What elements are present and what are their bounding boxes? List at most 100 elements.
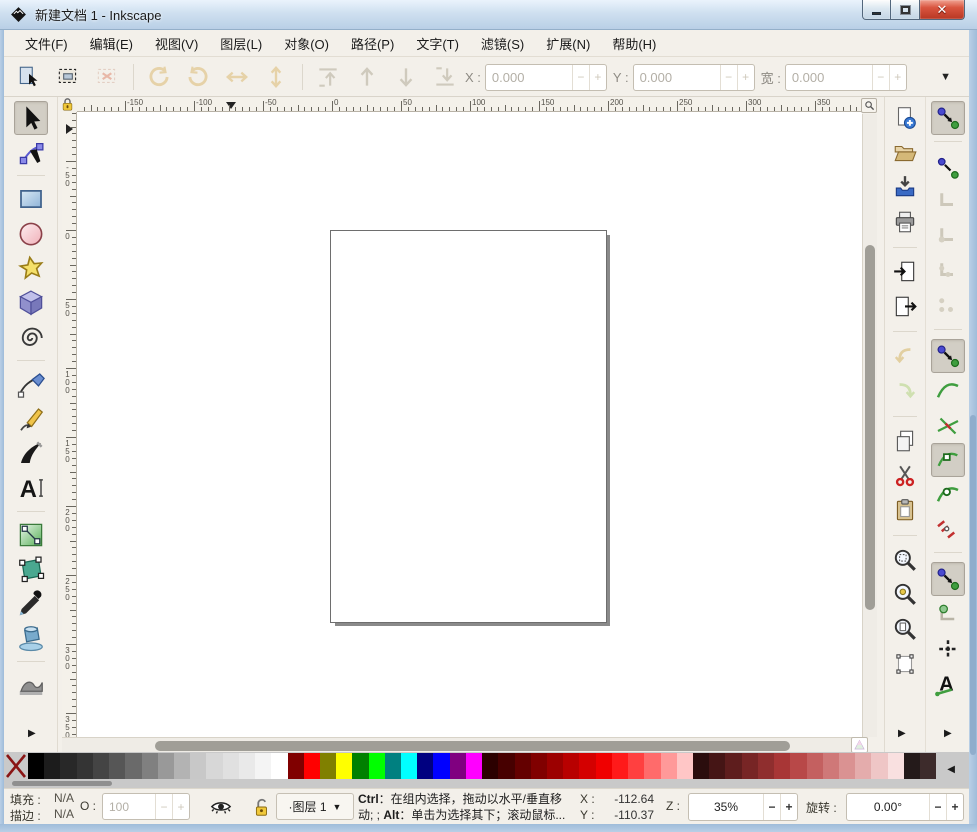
palette-swatch[interactable] bbox=[563, 753, 579, 779]
paste-button[interactable] bbox=[890, 495, 920, 525]
undo-button[interactable] bbox=[890, 341, 920, 371]
menu-file[interactable]: 文件(F) bbox=[14, 30, 79, 57]
cut-button[interactable] bbox=[890, 460, 920, 490]
minimize-button[interactable] bbox=[862, 0, 891, 20]
selector-button[interactable] bbox=[14, 101, 48, 135]
snap-line-midpoints-button[interactable] bbox=[931, 513, 965, 547]
palette-swatch[interactable] bbox=[742, 753, 758, 779]
menu-extensions[interactable]: 扩展(N) bbox=[535, 30, 601, 57]
palette-swatch[interactable] bbox=[190, 753, 206, 779]
palette-swatch[interactable] bbox=[661, 753, 677, 779]
export-button[interactable] bbox=[890, 292, 920, 322]
palette-swatch[interactable] bbox=[693, 753, 709, 779]
palette-swatch[interactable] bbox=[385, 753, 401, 779]
y-field[interactable]: 0.000 − + bbox=[633, 64, 755, 91]
vertical-scrollbar[interactable] bbox=[862, 114, 877, 737]
palette-scroll-left-icon[interactable]: ◀ bbox=[947, 764, 955, 775]
palette-swatch[interactable] bbox=[60, 753, 76, 779]
close-button[interactable]: ✕ bbox=[919, 0, 965, 20]
palette-swatch[interactable] bbox=[369, 753, 385, 779]
vertical-scrollbar-thumb[interactable] bbox=[865, 245, 875, 610]
rotation-decrement-button[interactable]: − bbox=[929, 794, 946, 820]
palette-swatch[interactable] bbox=[498, 753, 514, 779]
palette-swatch[interactable] bbox=[239, 753, 255, 779]
vertical-ruler[interactable]: -50050100150200250300350 bbox=[62, 112, 77, 737]
palette-swatch[interactable] bbox=[417, 753, 433, 779]
horizontal-ruler[interactable]: -150-100-50050100150200250300350 bbox=[77, 98, 862, 112]
palette-swatch[interactable] bbox=[531, 753, 547, 779]
frame-preview-button[interactable] bbox=[890, 649, 920, 679]
rotation-field[interactable]: 0.00° − + bbox=[846, 793, 964, 821]
opacity-decrement-button[interactable]: − bbox=[155, 794, 172, 819]
y-increment-button[interactable]: + bbox=[737, 65, 754, 90]
snap-object-centers-button[interactable] bbox=[931, 597, 965, 631]
palette-swatch[interactable] bbox=[774, 753, 790, 779]
dropper-tool-button[interactable] bbox=[14, 587, 48, 621]
width-increment-button[interactable]: + bbox=[889, 65, 906, 90]
palette-swatch[interactable] bbox=[579, 753, 595, 779]
snap-expander-icon[interactable]: ▶ bbox=[944, 728, 952, 739]
snap-text-baseline-button[interactable]: A bbox=[931, 667, 965, 701]
rotate-cw-button[interactable] bbox=[183, 62, 213, 92]
x-increment-button[interactable]: + bbox=[589, 65, 606, 90]
flip-horizontal-button[interactable] bbox=[222, 62, 252, 92]
palette-swatch[interactable] bbox=[223, 753, 239, 779]
snap-smooth-nodes-button[interactable] bbox=[931, 478, 965, 512]
palette-swatch[interactable] bbox=[352, 753, 368, 779]
palette-swatch[interactable] bbox=[482, 753, 498, 779]
commands-expander-icon[interactable]: ▶ bbox=[898, 728, 906, 739]
snap-other-points-button[interactable] bbox=[931, 562, 965, 596]
palette-swatch[interactable] bbox=[401, 753, 417, 779]
palette-swatch[interactable] bbox=[466, 753, 482, 779]
lower-to-bottom-button[interactable] bbox=[430, 62, 460, 92]
palette-swatch[interactable] bbox=[888, 753, 904, 779]
palette-swatch[interactable] bbox=[158, 753, 174, 779]
menu-filters[interactable]: 滤镜(S) bbox=[470, 30, 535, 57]
fill-value[interactable]: N/A bbox=[54, 791, 74, 805]
palette-swatch[interactable] bbox=[920, 753, 936, 779]
palette-swatch[interactable] bbox=[255, 753, 271, 779]
select-all-button[interactable] bbox=[14, 62, 44, 92]
rectangle-tool-button[interactable] bbox=[14, 182, 48, 216]
zoom-decrement-button[interactable]: − bbox=[763, 794, 780, 820]
palette-swatch[interactable] bbox=[547, 753, 563, 779]
snap-cusp-nodes-button[interactable] bbox=[931, 443, 965, 477]
palette-swatch[interactable] bbox=[142, 753, 158, 779]
open-document-button[interactable] bbox=[890, 138, 920, 168]
layer-visibility-icon[interactable] bbox=[210, 797, 232, 817]
star-tool-button[interactable] bbox=[14, 251, 48, 285]
palette-swatch[interactable] bbox=[904, 753, 920, 779]
palette-swatch[interactable] bbox=[807, 753, 823, 779]
palette-swatch[interactable] bbox=[596, 753, 612, 779]
pencil-tool-button[interactable] bbox=[14, 402, 48, 436]
menu-view[interactable]: 视图(V) bbox=[144, 30, 209, 57]
palette-swatch[interactable] bbox=[336, 753, 352, 779]
maximize-button[interactable] bbox=[891, 0, 919, 20]
palette-swatch[interactable] bbox=[839, 753, 855, 779]
zoom-field[interactable]: 35% − + bbox=[688, 793, 798, 821]
horizontal-scrollbar-thumb[interactable] bbox=[155, 741, 790, 751]
palette-swatch[interactable] bbox=[790, 753, 806, 779]
palette-swatch[interactable] bbox=[174, 753, 190, 779]
palette-swatch[interactable] bbox=[709, 753, 725, 779]
stroke-value[interactable]: N/A bbox=[54, 807, 74, 821]
mesh-gradient-tool-button[interactable] bbox=[14, 552, 48, 586]
redo-button[interactable] bbox=[890, 376, 920, 406]
palette-swatch[interactable] bbox=[433, 753, 449, 779]
palette-scrollbar-thumb[interactable] bbox=[12, 781, 112, 786]
ruler-lock-icon[interactable] bbox=[60, 97, 77, 112]
save-document-button[interactable] bbox=[890, 172, 920, 202]
menu-path[interactable]: 路径(P) bbox=[340, 30, 405, 57]
palette-swatch[interactable] bbox=[758, 753, 774, 779]
lower-button[interactable] bbox=[391, 62, 421, 92]
snap-paths-button[interactable] bbox=[931, 374, 965, 408]
calligraphy-tool-button[interactable] bbox=[14, 436, 48, 470]
new-document-button[interactable] bbox=[890, 103, 920, 133]
menu-layer[interactable]: 图层(L) bbox=[209, 30, 273, 57]
menu-edit[interactable]: 编辑(E) bbox=[79, 30, 144, 57]
snap-bbox-corners-button[interactable] bbox=[931, 220, 965, 254]
ellipse-tool-button[interactable] bbox=[14, 217, 48, 251]
y-decrement-button[interactable]: − bbox=[720, 65, 737, 90]
import-button[interactable] bbox=[890, 257, 920, 287]
gradient-tool-button[interactable] bbox=[14, 518, 48, 552]
